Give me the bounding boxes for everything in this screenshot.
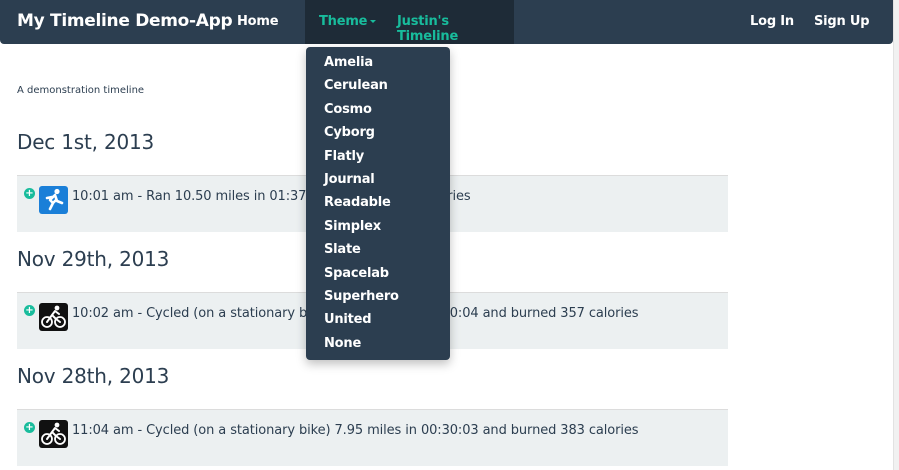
expand-plus-icon[interactable]: +	[24, 188, 35, 199]
theme-dropdown-menu: Amelia Cerulean Cosmo Cyborg Flatly Jour…	[306, 47, 450, 360]
theme-option-simplex[interactable]: Simplex	[306, 217, 450, 240]
nav-login-link[interactable]: Log In	[750, 14, 794, 29]
theme-option-superhero[interactable]: Superhero	[306, 287, 450, 310]
theme-option-slate[interactable]: Slate	[306, 240, 450, 263]
nav-home-link[interactable]: Home	[237, 14, 279, 29]
running-icon	[39, 186, 68, 214]
nav-theme-dropdown-toggle[interactable]: Theme	[305, 0, 383, 44]
expand-plus-icon[interactable]: +	[24, 305, 35, 316]
nav-justins-timeline-link[interactable]: Justin's Timeline	[383, 0, 514, 44]
caret-down-icon	[370, 20, 377, 23]
theme-option-united[interactable]: United	[306, 310, 450, 333]
theme-option-amelia[interactable]: Amelia	[306, 53, 450, 76]
theme-option-cyborg[interactable]: Cyborg	[306, 123, 450, 146]
timeline-entry-text: 11:04 am - Cycled (on a stationary bike)…	[72, 423, 639, 438]
theme-option-none[interactable]: None	[306, 334, 450, 357]
theme-option-cosmo[interactable]: Cosmo	[306, 100, 450, 123]
nav-signup-link[interactable]: Sign Up	[814, 14, 870, 29]
nav-theme-label: Theme	[319, 14, 368, 29]
cycling-icon	[39, 420, 68, 448]
timeline-date-heading: Nov 29th, 2013	[17, 247, 170, 271]
expand-plus-icon[interactable]: +	[24, 422, 35, 433]
timeline-date-heading: Nov 28th, 2013	[17, 364, 170, 388]
page-tagline: A demonstration timeline	[17, 85, 145, 96]
theme-option-cerulean[interactable]: Cerulean	[306, 76, 450, 99]
cycling-icon	[39, 303, 68, 331]
scrollbar[interactable]	[893, 0, 899, 470]
theme-option-flatly[interactable]: Flatly	[306, 147, 450, 170]
theme-option-journal[interactable]: Journal	[306, 170, 450, 193]
timeline-date-heading: Dec 1st, 2013	[17, 130, 155, 154]
theme-option-readable[interactable]: Readable	[306, 193, 450, 216]
theme-option-spacelab[interactable]: Spacelab	[306, 264, 450, 287]
navbar: My Timeline Demo-App Home Theme Justin's…	[0, 0, 893, 44]
timeline-entry: + 11:04 am - Cycled (on a stationary bik…	[17, 409, 728, 466]
brand-link[interactable]: My Timeline Demo-App	[17, 11, 233, 31]
